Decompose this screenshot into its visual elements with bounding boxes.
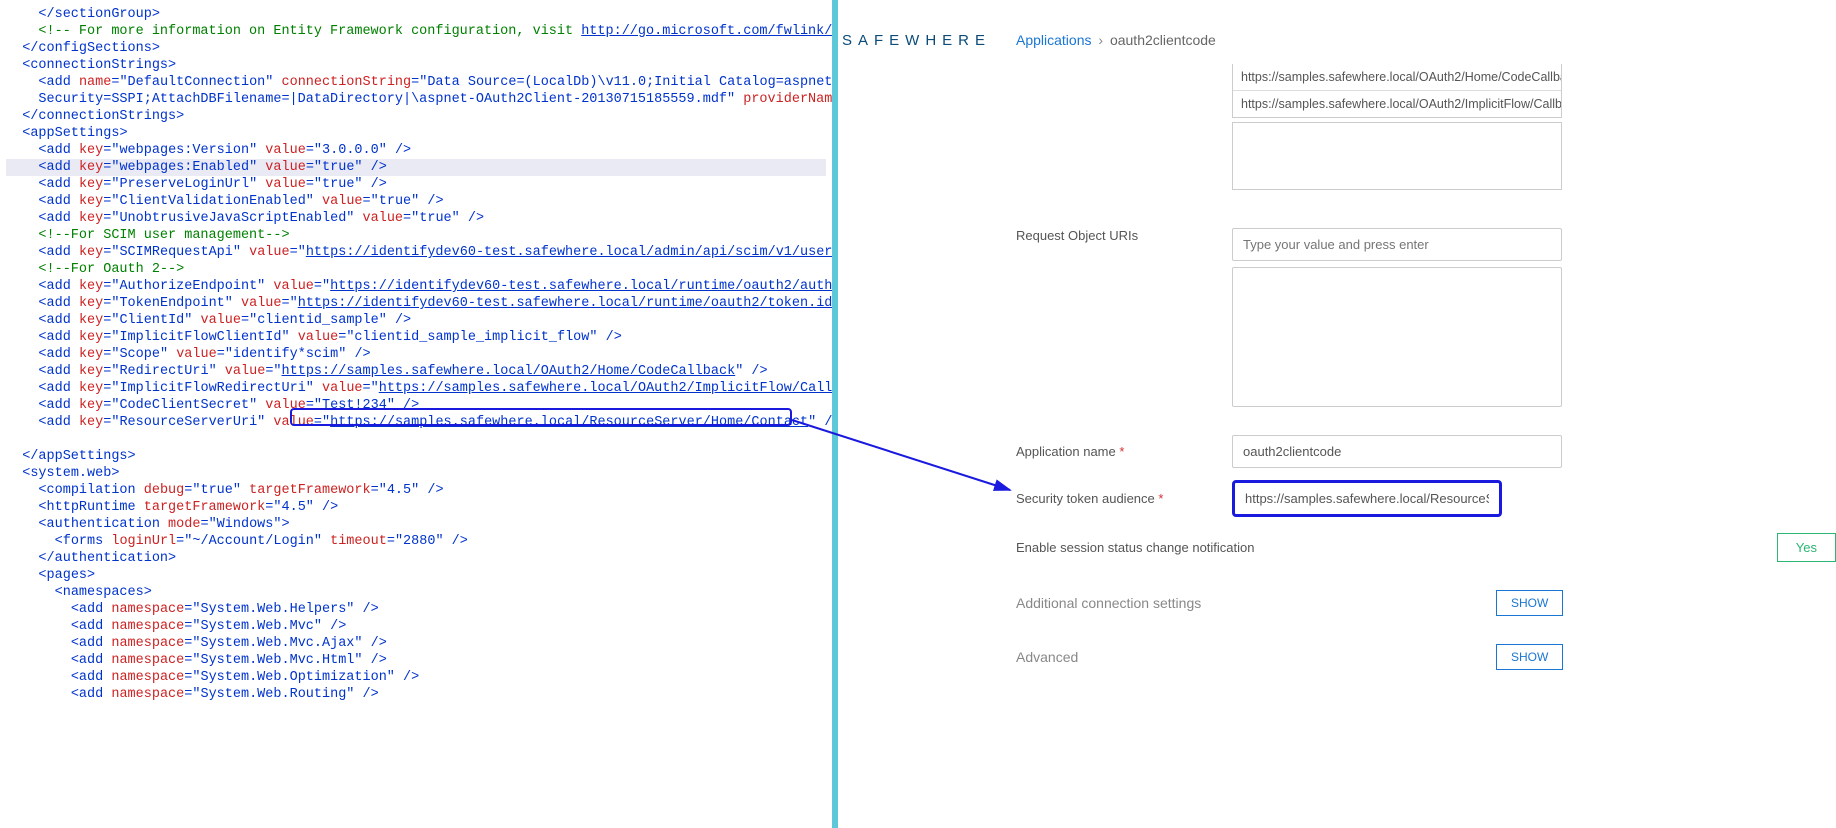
list-item[interactable]: https://samples.safewhere.local/OAuth2/H… [1233, 64, 1561, 91]
additional-show-button[interactable]: SHOW [1496, 590, 1563, 616]
breadcrumb-current: oauth2clientcode [1110, 32, 1216, 48]
security-token-audience-input[interactable] [1232, 480, 1502, 517]
additional-settings-title: Additional connection settings [1016, 595, 1496, 611]
breadcrumb: Applications › oauth2clientcode [1016, 32, 1216, 48]
session-yes-button[interactable]: Yes [1777, 533, 1836, 562]
breadcrumb-parent[interactable]: Applications [1016, 32, 1092, 48]
brand-logo: SAFEWHERE [842, 32, 991, 49]
list-item[interactable]: https://samples.safewhere.local/OAuth2/I… [1233, 91, 1561, 117]
application-name-label: Application name * [1016, 444, 1232, 459]
security-token-audience-label: Security token audience * [1016, 491, 1232, 506]
code-content: </sectionGroup> <!-- For more informatio… [0, 0, 832, 709]
redirect-uri-list[interactable]: https://samples.safewhere.local/OAuth2/H… [1232, 64, 1562, 118]
request-object-uri-input[interactable] [1232, 228, 1562, 261]
request-object-uris-label: Request Object URIs [1016, 228, 1232, 243]
advanced-title: Advanced [1016, 649, 1496, 665]
request-object-uri-box[interactable] [1232, 267, 1562, 407]
code-editor[interactable]: </sectionGroup> <!-- For more informatio… [0, 0, 832, 828]
application-name-input[interactable] [1232, 435, 1562, 468]
session-notification-label: Enable session status change notificatio… [1016, 540, 1296, 555]
settings-panel: SAFEWHERE Applications › oauth2clientcod… [838, 0, 1836, 828]
advanced-show-button[interactable]: SHOW [1496, 644, 1563, 670]
redirect-uri-empty-box[interactable] [1232, 122, 1562, 190]
